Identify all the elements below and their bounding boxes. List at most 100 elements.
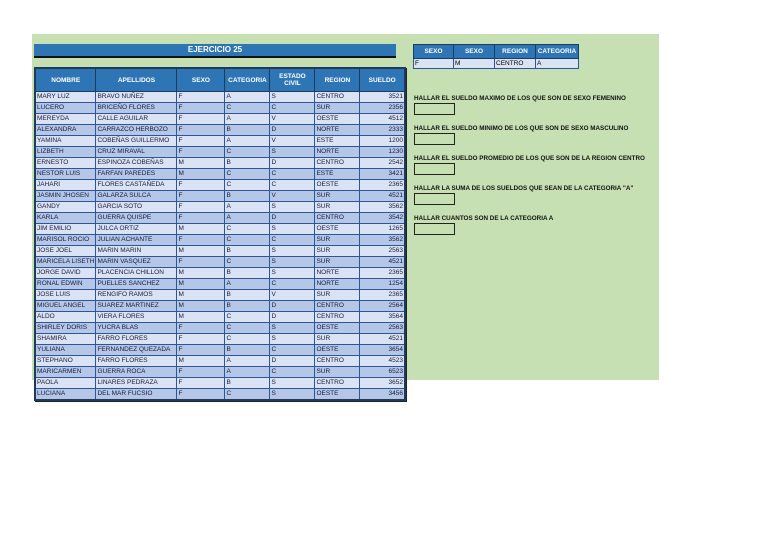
criteria-value[interactable]: CENTRO bbox=[494, 58, 536, 69]
table-cell[interactable]: 3652 bbox=[359, 377, 406, 389]
table-cell[interactable]: CENTRO bbox=[314, 311, 361, 323]
column-header[interactable]: APELLIDOS bbox=[95, 67, 178, 92]
criteria-value[interactable]: M bbox=[453, 58, 495, 69]
table-cell[interactable]: JULCA ORTIZ bbox=[95, 223, 178, 235]
table-cell[interactable]: A bbox=[224, 212, 271, 224]
table-cell[interactable]: KARLA bbox=[34, 212, 97, 224]
table-cell[interactable]: F bbox=[176, 256, 226, 268]
table-cell[interactable]: JOSE LUIS bbox=[34, 289, 97, 301]
table-cell[interactable]: OESTE bbox=[314, 113, 361, 125]
table-cell[interactable]: F bbox=[176, 344, 226, 356]
table-cell[interactable]: B bbox=[224, 377, 271, 389]
table-cell[interactable]: STEPHANO bbox=[34, 355, 97, 367]
table-cell[interactable]: C bbox=[224, 146, 271, 158]
table-cell[interactable]: C bbox=[224, 256, 271, 268]
table-cell[interactable]: MARIN VASQUEZ bbox=[95, 256, 178, 268]
table-cell[interactable]: DEL MAR FUCSIO bbox=[95, 388, 178, 401]
table-cell[interactable]: 1230 bbox=[359, 146, 406, 158]
table-cell[interactable]: F bbox=[176, 234, 226, 246]
table-cell[interactable]: FERNANDEZ QUEZADA bbox=[95, 344, 178, 356]
table-cell[interactable]: C bbox=[269, 102, 316, 114]
column-header[interactable]: REGION bbox=[314, 67, 361, 92]
table-cell[interactable]: F bbox=[176, 179, 226, 191]
table-cell[interactable]: JIM EMILIO bbox=[34, 223, 97, 235]
column-header[interactable]: SUELDO bbox=[359, 67, 406, 92]
table-cell[interactable]: MARICELA LISETH bbox=[34, 256, 97, 268]
table-cell[interactable]: CENTRO bbox=[314, 377, 361, 389]
table-cell[interactable]: JOSE JOEL bbox=[34, 245, 97, 257]
table-cell[interactable]: C bbox=[224, 234, 271, 246]
column-header[interactable]: NOMBRE bbox=[34, 67, 97, 92]
table-cell[interactable]: LINARES PEDRAZA bbox=[95, 377, 178, 389]
table-cell[interactable]: D bbox=[269, 300, 316, 312]
table-cell[interactable]: F bbox=[176, 113, 226, 125]
table-cell[interactable]: RONAL EDWIN bbox=[34, 278, 97, 290]
table-cell[interactable]: F bbox=[176, 190, 226, 202]
table-cell[interactable]: S bbox=[269, 201, 316, 213]
table-cell[interactable]: VIERA FLORES bbox=[95, 311, 178, 323]
table-cell[interactable]: F bbox=[176, 102, 226, 114]
table-cell[interactable]: GUERRA ROCA bbox=[95, 366, 178, 378]
table-cell[interactable]: SHAMIRA bbox=[34, 333, 97, 345]
table-cell[interactable]: PLACENCIA CHILLON bbox=[95, 267, 178, 279]
table-cell[interactable]: A bbox=[224, 201, 271, 213]
table-cell[interactable]: 3654 bbox=[359, 344, 406, 356]
table-cell[interactable]: SUAREZ MARTINEZ bbox=[95, 300, 178, 312]
table-cell[interactable]: M bbox=[176, 245, 226, 257]
table-cell[interactable]: 2564 bbox=[359, 300, 406, 312]
table-cell[interactable]: C bbox=[269, 344, 316, 356]
table-cell[interactable]: CRUZ MIRAVAL bbox=[95, 146, 178, 158]
table-cell[interactable]: ESPINOZA COBEÑAS bbox=[95, 157, 178, 169]
table-cell[interactable]: 3562 bbox=[359, 201, 406, 213]
criteria-value[interactable]: F bbox=[413, 58, 454, 69]
table-cell[interactable]: 3456 bbox=[359, 388, 406, 401]
table-cell[interactable]: F bbox=[176, 333, 226, 345]
table-cell[interactable]: ERNESTO bbox=[34, 157, 97, 169]
table-cell[interactable]: M bbox=[176, 289, 226, 301]
table-cell[interactable]: 2542 bbox=[359, 157, 406, 169]
table-cell[interactable]: B bbox=[224, 267, 271, 279]
table-cell[interactable]: FARRO FLORES bbox=[95, 355, 178, 367]
table-cell[interactable]: RENGIFO RAMOS bbox=[95, 289, 178, 301]
table-cell[interactable]: 2365 bbox=[359, 179, 406, 191]
table-cell[interactable]: 4523 bbox=[359, 355, 406, 367]
answer-cell[interactable] bbox=[414, 103, 455, 115]
table-cell[interactable]: YAMINA bbox=[34, 135, 97, 147]
table-cell[interactable]: F bbox=[176, 212, 226, 224]
criteria-value[interactable]: A bbox=[535, 58, 579, 69]
table-cell[interactable]: 3421 bbox=[359, 168, 406, 180]
criteria-header[interactable]: CATEGORIA bbox=[535, 44, 579, 59]
table-cell[interactable]: F bbox=[176, 366, 226, 378]
table-cell[interactable]: B bbox=[224, 344, 271, 356]
table-cell[interactable]: C bbox=[224, 102, 271, 114]
table-cell[interactable]: SUR bbox=[314, 201, 361, 213]
table-cell[interactable]: C bbox=[224, 322, 271, 334]
table-cell[interactable]: B bbox=[224, 289, 271, 301]
table-cell[interactable]: F bbox=[176, 377, 226, 389]
table-cell[interactable]: SUR bbox=[314, 366, 361, 378]
table-cell[interactable]: 3564 bbox=[359, 311, 406, 323]
table-cell[interactable]: S bbox=[269, 146, 316, 158]
table-cell[interactable]: S bbox=[269, 267, 316, 279]
table-cell[interactable]: MEREYDA bbox=[34, 113, 97, 125]
table-cell[interactable]: D bbox=[269, 212, 316, 224]
table-cell[interactable]: YUCRA BLAS bbox=[95, 322, 178, 334]
table-cell[interactable]: 1200 bbox=[359, 135, 406, 147]
table-cell[interactable]: GANDY bbox=[34, 201, 97, 213]
table-cell[interactable]: BRAVO NUÑEZ bbox=[95, 91, 178, 103]
table-cell[interactable]: C bbox=[269, 278, 316, 290]
column-header[interactable]: SEXO bbox=[176, 67, 226, 92]
table-cell[interactable]: YULIANA bbox=[34, 344, 97, 356]
table-cell[interactable]: NORTE bbox=[314, 267, 361, 279]
table-cell[interactable]: SUR bbox=[314, 256, 361, 268]
table-cell[interactable]: M bbox=[176, 311, 226, 323]
column-header[interactable]: ESTADO CIVIL bbox=[269, 67, 316, 92]
table-cell[interactable]: OESTE bbox=[314, 388, 361, 401]
table-cell[interactable]: PAOLA bbox=[34, 377, 97, 389]
table-cell[interactable]: B bbox=[224, 245, 271, 257]
table-cell[interactable]: 3521 bbox=[359, 91, 406, 103]
table-cell[interactable]: SUR bbox=[314, 245, 361, 257]
table-cell[interactable]: B bbox=[224, 300, 271, 312]
table-cell[interactable]: B bbox=[224, 190, 271, 202]
table-cell[interactable]: SUR bbox=[314, 289, 361, 301]
